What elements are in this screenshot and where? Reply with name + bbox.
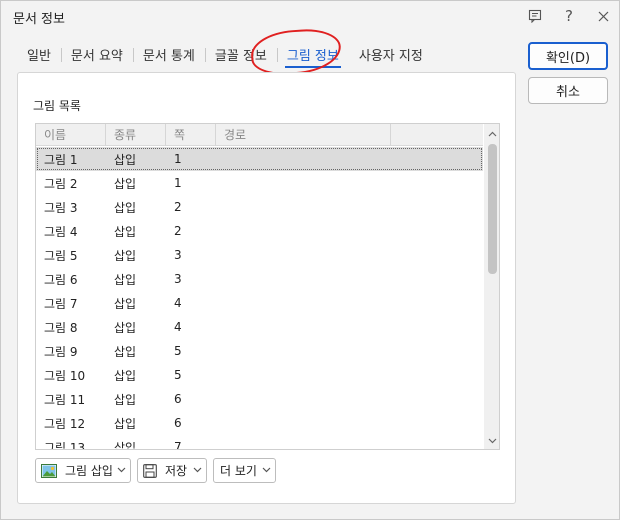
cell-name: 그림 3 [44, 200, 78, 215]
cell-page: 7 [174, 440, 182, 450]
tab-statistics[interactable]: 문서 통계 [132, 41, 205, 67]
column-header-name[interactable]: 이름 [36, 124, 106, 146]
picture-info-panel: 그림 목록 이름 종류 쪽 경로 그림 1 삽입 1 그림 2 삽입 1 그림 … [17, 72, 516, 504]
scrollbar-thumb[interactable] [488, 144, 497, 274]
list-rows: 그림 1 삽입 1 그림 2 삽입 1 그림 3 삽입 2 그림 4 삽입 2 … [36, 147, 483, 450]
tab-custom[interactable]: 사용자 지정 [349, 41, 433, 67]
cell-page: 2 [174, 224, 182, 238]
cell-page: 3 [174, 272, 182, 286]
cell-page: 2 [174, 200, 182, 214]
table-row[interactable]: 그림 1 삽입 1 [36, 147, 483, 171]
cell-name: 그림 4 [44, 224, 78, 239]
more-view-button[interactable]: 더 보기 [213, 458, 276, 483]
insert-picture-button[interactable]: 그림 삽입 [35, 458, 131, 483]
document-info-dialog: 문서 정보 ? 일반 문서 요약 문서 통계 글꼴 정보 그림 정보 사용자 지… [0, 0, 620, 520]
vertical-scrollbar[interactable] [484, 124, 499, 449]
picture-list-label: 그림 목록 [33, 99, 81, 113]
cell-page: 1 [174, 176, 182, 190]
cell-page: 4 [174, 296, 182, 310]
scroll-down-icon[interactable] [484, 433, 499, 449]
cell-name: 그림 1 [44, 152, 78, 167]
table-row[interactable]: 그림 3 삽입 2 [36, 195, 483, 219]
table-row[interactable]: 그림 2 삽입 1 [36, 171, 483, 195]
cell-page: 5 [174, 344, 182, 358]
table-row[interactable]: 그림 8 삽입 4 [36, 315, 483, 339]
cell-name: 그림 6 [44, 272, 78, 287]
window-title: 문서 정보 [13, 12, 65, 27]
cell-name: 그림 12 [44, 416, 86, 431]
table-row[interactable]: 그림 4 삽입 2 [36, 219, 483, 243]
save-icon [143, 463, 157, 478]
cell-type: 삽입 [114, 344, 137, 359]
cell-name: 그림 11 [44, 392, 86, 407]
title-bar: 문서 정보 ? [1, 1, 619, 31]
cell-name: 그림 7 [44, 296, 78, 311]
tab-general[interactable]: 일반 [17, 41, 61, 67]
chevron-down-icon [117, 465, 126, 476]
cell-type: 삽입 [114, 416, 137, 431]
save-label: 저장 [165, 464, 188, 478]
chevron-down-icon [262, 465, 271, 476]
table-row[interactable]: 그림 11 삽입 6 [36, 387, 483, 411]
cell-type: 삽입 [114, 440, 137, 450]
tab-font-info[interactable]: 글꼴 정보 [204, 41, 277, 67]
picture-list[interactable]: 이름 종류 쪽 경로 그림 1 삽입 1 그림 2 삽입 1 그림 3 삽입 2… [35, 123, 500, 450]
table-row[interactable]: 그림 7 삽입 4 [36, 291, 483, 315]
cell-type: 삽입 [114, 152, 137, 167]
save-button[interactable]: 저장 [137, 458, 207, 483]
table-row[interactable]: 그림 12 삽입 6 [36, 411, 483, 435]
cell-type: 삽입 [114, 200, 137, 215]
column-header-type[interactable]: 종류 [106, 124, 166, 146]
picture-icon [41, 463, 57, 478]
list-header: 이름 종류 쪽 경로 [36, 124, 483, 146]
cell-type: 삽입 [114, 392, 137, 407]
column-header-path[interactable]: 경로 [216, 124, 391, 146]
insert-picture-label: 그림 삽입 [65, 464, 113, 478]
cell-type: 삽입 [114, 224, 137, 239]
scroll-up-icon[interactable] [484, 126, 499, 142]
cell-page: 5 [174, 368, 182, 382]
help-icon[interactable]: ? [557, 5, 581, 27]
cell-page: 1 [174, 152, 182, 166]
cell-name: 그림 5 [44, 248, 78, 263]
cancel-button[interactable]: 취소 [528, 77, 608, 104]
cell-type: 삽입 [114, 320, 137, 335]
cell-page: 4 [174, 320, 182, 334]
ok-button[interactable]: 확인(D) [528, 42, 608, 70]
chevron-down-icon [193, 465, 202, 476]
tab-bar: 일반 문서 요약 문서 통계 글꼴 정보 그림 정보 사용자 지정 [17, 41, 433, 69]
cell-name: 그림 8 [44, 320, 78, 335]
tab-picture-info[interactable]: 그림 정보 [276, 41, 349, 68]
table-row[interactable]: 그림 6 삽입 3 [36, 267, 483, 291]
cell-type: 삽입 [114, 368, 137, 383]
table-row[interactable]: 그림 5 삽입 3 [36, 243, 483, 267]
close-icon[interactable] [591, 5, 615, 27]
cell-name: 그림 10 [44, 368, 86, 383]
tab-summary[interactable]: 문서 요약 [60, 41, 133, 67]
table-row[interactable]: 그림 13 삽입 7 [36, 435, 483, 450]
cell-type: 삽입 [114, 248, 137, 263]
cell-type: 삽입 [114, 296, 137, 311]
feedback-icon[interactable] [523, 5, 547, 27]
column-header-page[interactable]: 쪽 [166, 124, 216, 146]
cell-page: 3 [174, 248, 182, 262]
more-view-label: 더 보기 [220, 464, 257, 478]
cell-name: 그림 13 [44, 440, 86, 450]
cell-page: 6 [174, 392, 182, 406]
cell-name: 그림 9 [44, 344, 78, 359]
table-row[interactable]: 그림 10 삽입 5 [36, 363, 483, 387]
table-row[interactable]: 그림 9 삽입 5 [36, 339, 483, 363]
cell-type: 삽입 [114, 176, 137, 191]
cell-page: 6 [174, 416, 182, 430]
cell-name: 그림 2 [44, 176, 78, 191]
cell-type: 삽입 [114, 272, 137, 287]
